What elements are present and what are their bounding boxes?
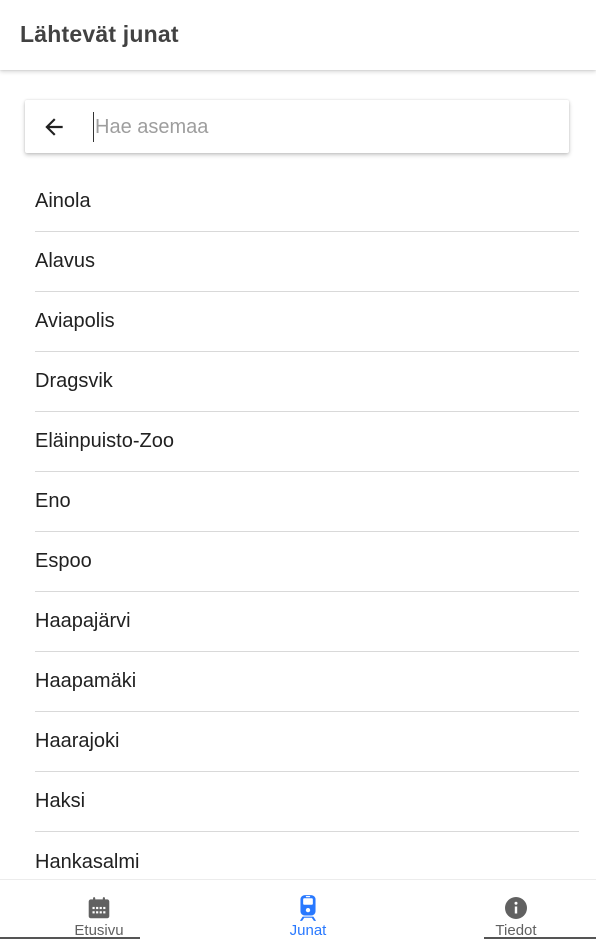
bottom-navigation: Etusivu Junat Tiedot bbox=[0, 879, 596, 940]
nav-item-junat[interactable]: Junat bbox=[268, 880, 348, 940]
station-list-item[interactable]: Espoo bbox=[35, 532, 579, 592]
station-list-item[interactable]: Ainola bbox=[35, 172, 579, 232]
nav-label-junat: Junat bbox=[289, 922, 327, 939]
station-list-item[interactable]: Haksi bbox=[35, 772, 579, 832]
back-button[interactable] bbox=[37, 110, 71, 143]
station-list-item[interactable]: Eläinpuisto-Zoo bbox=[35, 412, 579, 472]
station-search-box bbox=[25, 100, 569, 153]
station-search-input[interactable] bbox=[93, 112, 543, 142]
station-list-item[interactable]: Eno bbox=[35, 472, 579, 532]
station-list-item[interactable]: Haarajoki bbox=[35, 712, 579, 772]
nav-divider-left bbox=[0, 937, 140, 939]
nav-item-etusivu[interactable]: Etusivu bbox=[56, 880, 142, 940]
page-title: Lähtevät junat bbox=[20, 21, 179, 47]
calendar-icon bbox=[85, 894, 113, 922]
train-icon bbox=[294, 894, 322, 922]
station-list-item[interactable]: Haapamäki bbox=[35, 652, 579, 712]
app-root: Lähtevät junat AinolaAlavusAviapolisDrag… bbox=[0, 0, 596, 940]
station-list: Ainola Alavus Aviapolis Dragsvik Eläinpuisto… bbox=[35, 172, 579, 892]
app-bar: Lähtevät junat bbox=[0, 0, 596, 70]
station-list-item[interactable]: Aviapolis bbox=[35, 292, 579, 352]
nav-divider-right bbox=[484, 937, 596, 939]
station-list-item[interactable]: Alavus bbox=[35, 232, 579, 292]
info-icon bbox=[502, 894, 530, 922]
station-list-item[interactable]: Haapajärvi bbox=[35, 592, 579, 652]
station-list-item[interactable]: Dragsvik bbox=[35, 352, 579, 412]
nav-item-tiedot[interactable]: Tiedot bbox=[474, 880, 558, 940]
arrow-back-icon bbox=[45, 117, 63, 136]
